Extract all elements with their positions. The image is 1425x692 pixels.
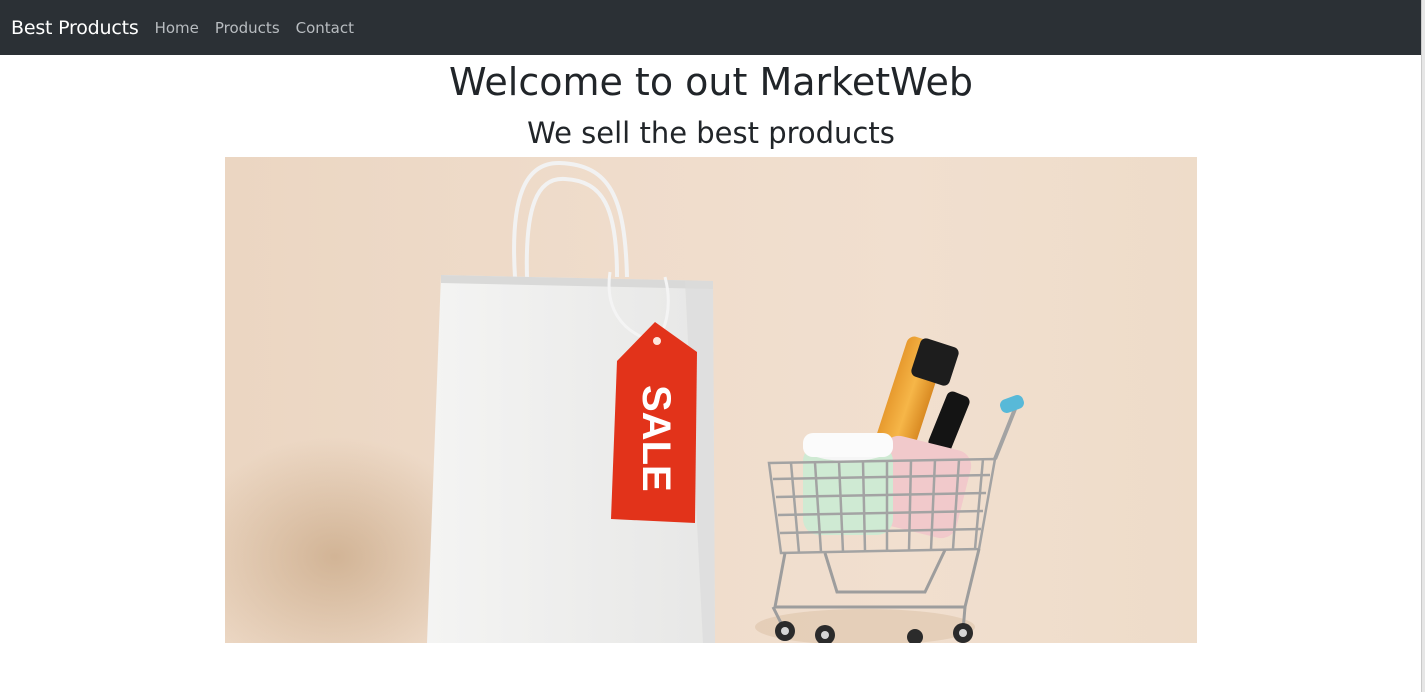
brand-link[interactable]: Best Products <box>11 17 139 39</box>
sale-tag-text: SALE <box>634 385 678 492</box>
page-subtitle: We sell the best products <box>527 116 895 150</box>
shopping-cart <box>767 336 1024 643</box>
navbar: Best Products Home Products Contact <box>0 0 1422 55</box>
bag-handles <box>512 160 629 278</box>
nav-link-home[interactable]: Home <box>155 19 199 37</box>
nav-link-contact[interactable]: Contact <box>296 19 354 37</box>
nav-links: Home Products Contact <box>155 19 370 37</box>
hero-image: SALE <box>225 157 1197 643</box>
shopping-bag-and-cart-illustration: SALE <box>225 160 1024 643</box>
page-title: Welcome to out MarketWeb <box>449 60 973 104</box>
nav-link-products[interactable]: Products <box>215 19 280 37</box>
